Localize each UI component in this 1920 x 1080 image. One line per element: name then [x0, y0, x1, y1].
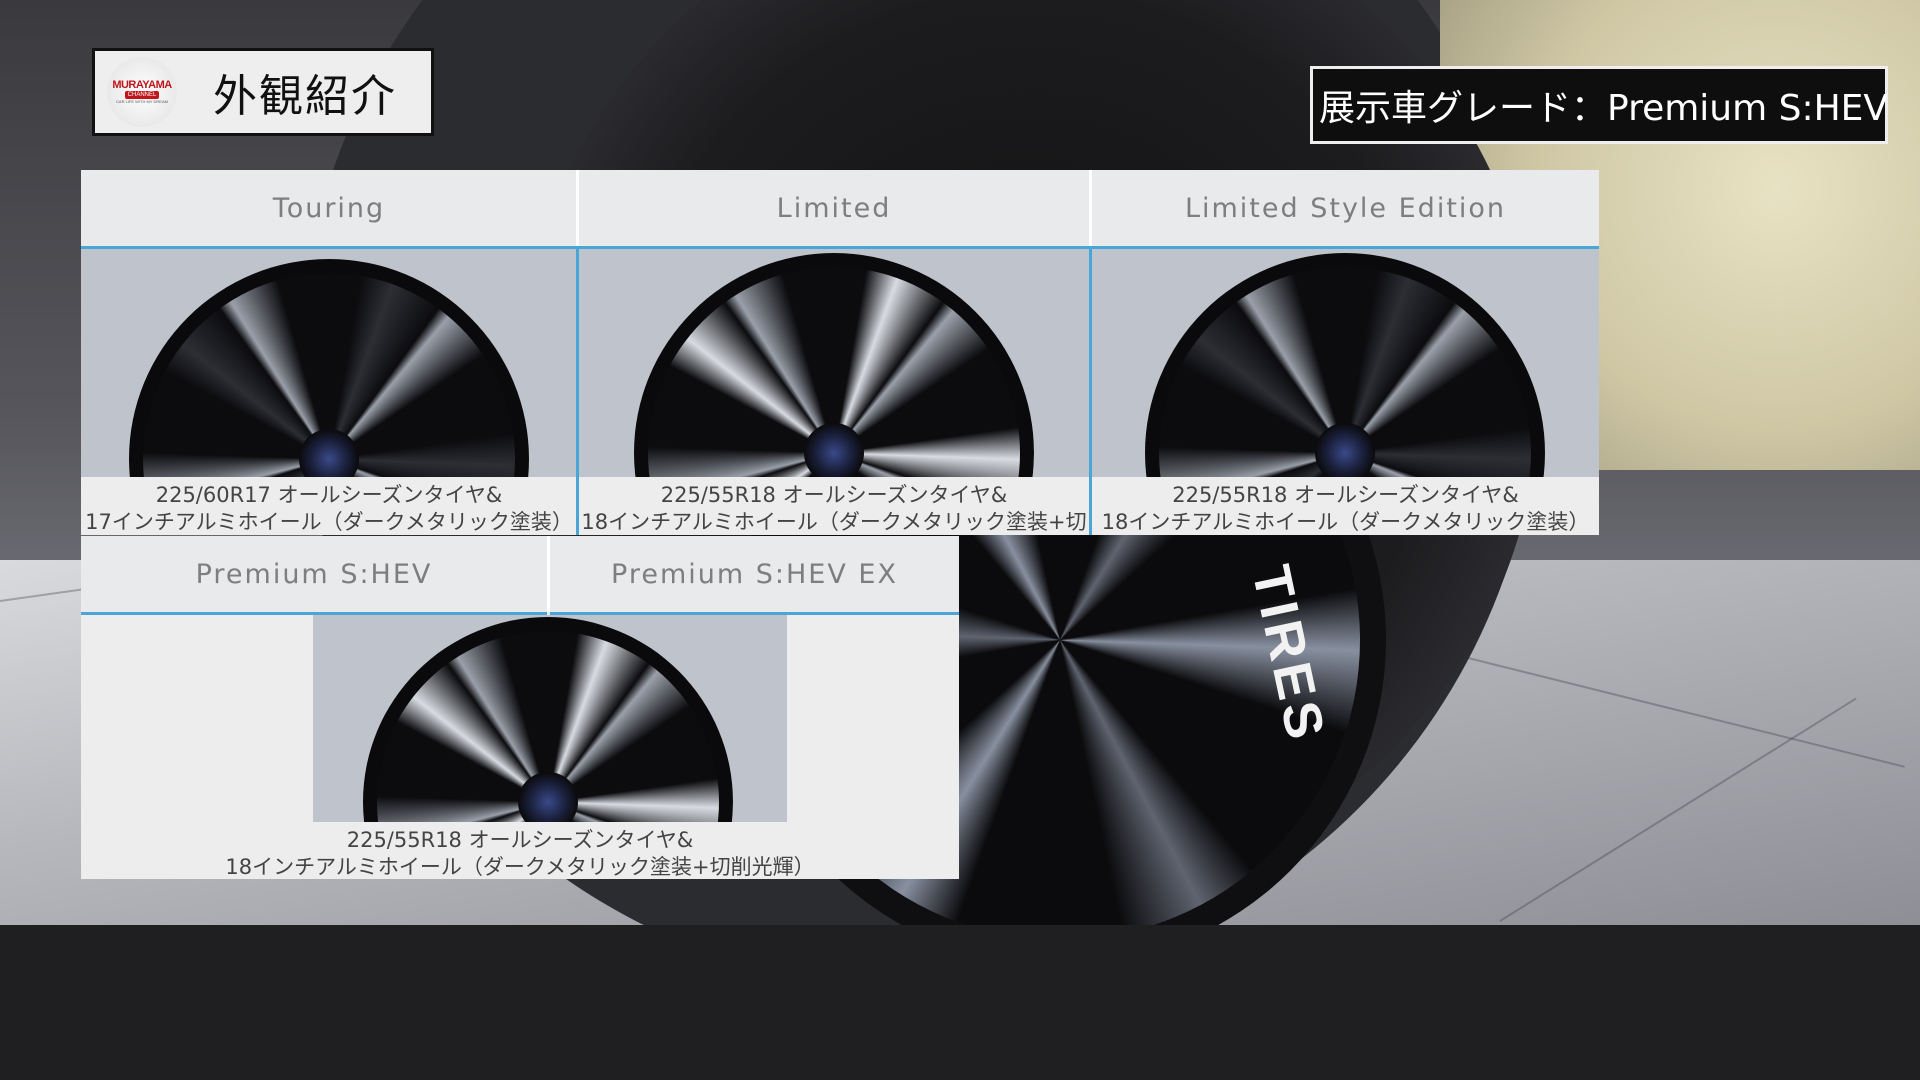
grade-header: Premium S:HEV — [81, 536, 547, 615]
caption-line-1: 225/55R18 オールシーズンタイヤ& — [1172, 483, 1519, 507]
wheel-column-limited: Limited 225/55R18 オールシーズンタイヤ& 18インチアルミホイ… — [579, 170, 1089, 561]
wheel-image — [129, 259, 529, 477]
caption-line-1: 225/60R17 オールシーズンタイヤ& — [155, 483, 503, 507]
wheel-column-premium-s-hev: Premium S:HEV — [81, 536, 547, 615]
grade-header: Touring — [81, 170, 577, 249]
grade-header: Limited Style Edition — [1092, 170, 1599, 249]
section-title-box: MURAYAMA CHANNEL CAR LIFE WITH MY DREAM … — [92, 48, 434, 136]
grade-header: Limited — [579, 170, 1089, 249]
wheel-column-premium-s-hev-ex: Premium S:HEV EX — [550, 536, 959, 615]
wheel-photo — [1092, 249, 1599, 477]
wheel-catalog-bottom: Premium S:HEV Premium S:HEV EX 225/55R18… — [81, 536, 959, 879]
subaru-emblem-icon — [804, 423, 864, 477]
wheel-photo — [81, 249, 577, 477]
wheel-image — [363, 617, 733, 822]
wheel-column-limited-style-edition: Limited Style Edition 225/55R18 オールシーズンタ… — [1092, 170, 1599, 535]
display-grade-label: 展示車グレード：Premium S:HEV — [1319, 88, 1889, 129]
channel-logo: MURAYAMA CHANNEL CAR LIFE WITH MY DREAM — [107, 57, 177, 127]
display-grade-box: 展示車グレード：Premium S:HEV — [1310, 66, 1888, 144]
wheel-caption: 225/55R18 オールシーズンタイヤ& 18インチアルミホイール（ダークメタ… — [1092, 482, 1599, 536]
grade-header: Premium S:HEV EX — [550, 536, 959, 615]
subaru-emblem-icon — [1315, 423, 1375, 477]
wheel-photo — [579, 249, 1089, 477]
section-title: 外観紹介 — [213, 71, 397, 122]
caption-line-2: 18インチアルミホイール（ダークメタリック塗装） — [1101, 510, 1590, 534]
bottom-band — [0, 925, 1920, 1080]
logo-main-text: MURAYAMA — [112, 78, 172, 91]
wheel-image — [634, 253, 1034, 477]
caption-line-2: 17インチアルミホイール（ダークメタリック塗装） — [85, 510, 573, 534]
caption-line-2: 18インチアルミホイール（ダークメタリック塗装+切削光輝） — [225, 855, 815, 879]
wheel-caption: 225/60R17 オールシーズンタイヤ& 17インチアルミホイール（ダークメタ… — [81, 482, 577, 536]
logo-sub-text: CHANNEL — [124, 90, 160, 99]
caption-line-1: 225/55R18 オールシーズンタイヤ& — [346, 828, 694, 852]
subaru-emblem-icon — [518, 772, 578, 822]
wheel-photo — [313, 615, 787, 822]
caption-line-1: 225/55R18 オールシーズンタイヤ& — [660, 483, 1008, 507]
wheel-catalog-top: Touring 225/60R17 オールシーズンタイヤ& 17インチアルミホイ… — [81, 170, 1599, 561]
logo-tagline: CAR LIFE WITH MY DREAM — [116, 98, 168, 104]
subaru-emblem-icon — [299, 429, 359, 477]
wheel-caption: 225/55R18 オールシーズンタイヤ& 18インチアルミホイール（ダークメタ… — [81, 827, 959, 881]
wheel-image — [1145, 253, 1545, 477]
wheel-column-touring: Touring 225/60R17 オールシーズンタイヤ& 17インチアルミホイ… — [81, 170, 577, 535]
